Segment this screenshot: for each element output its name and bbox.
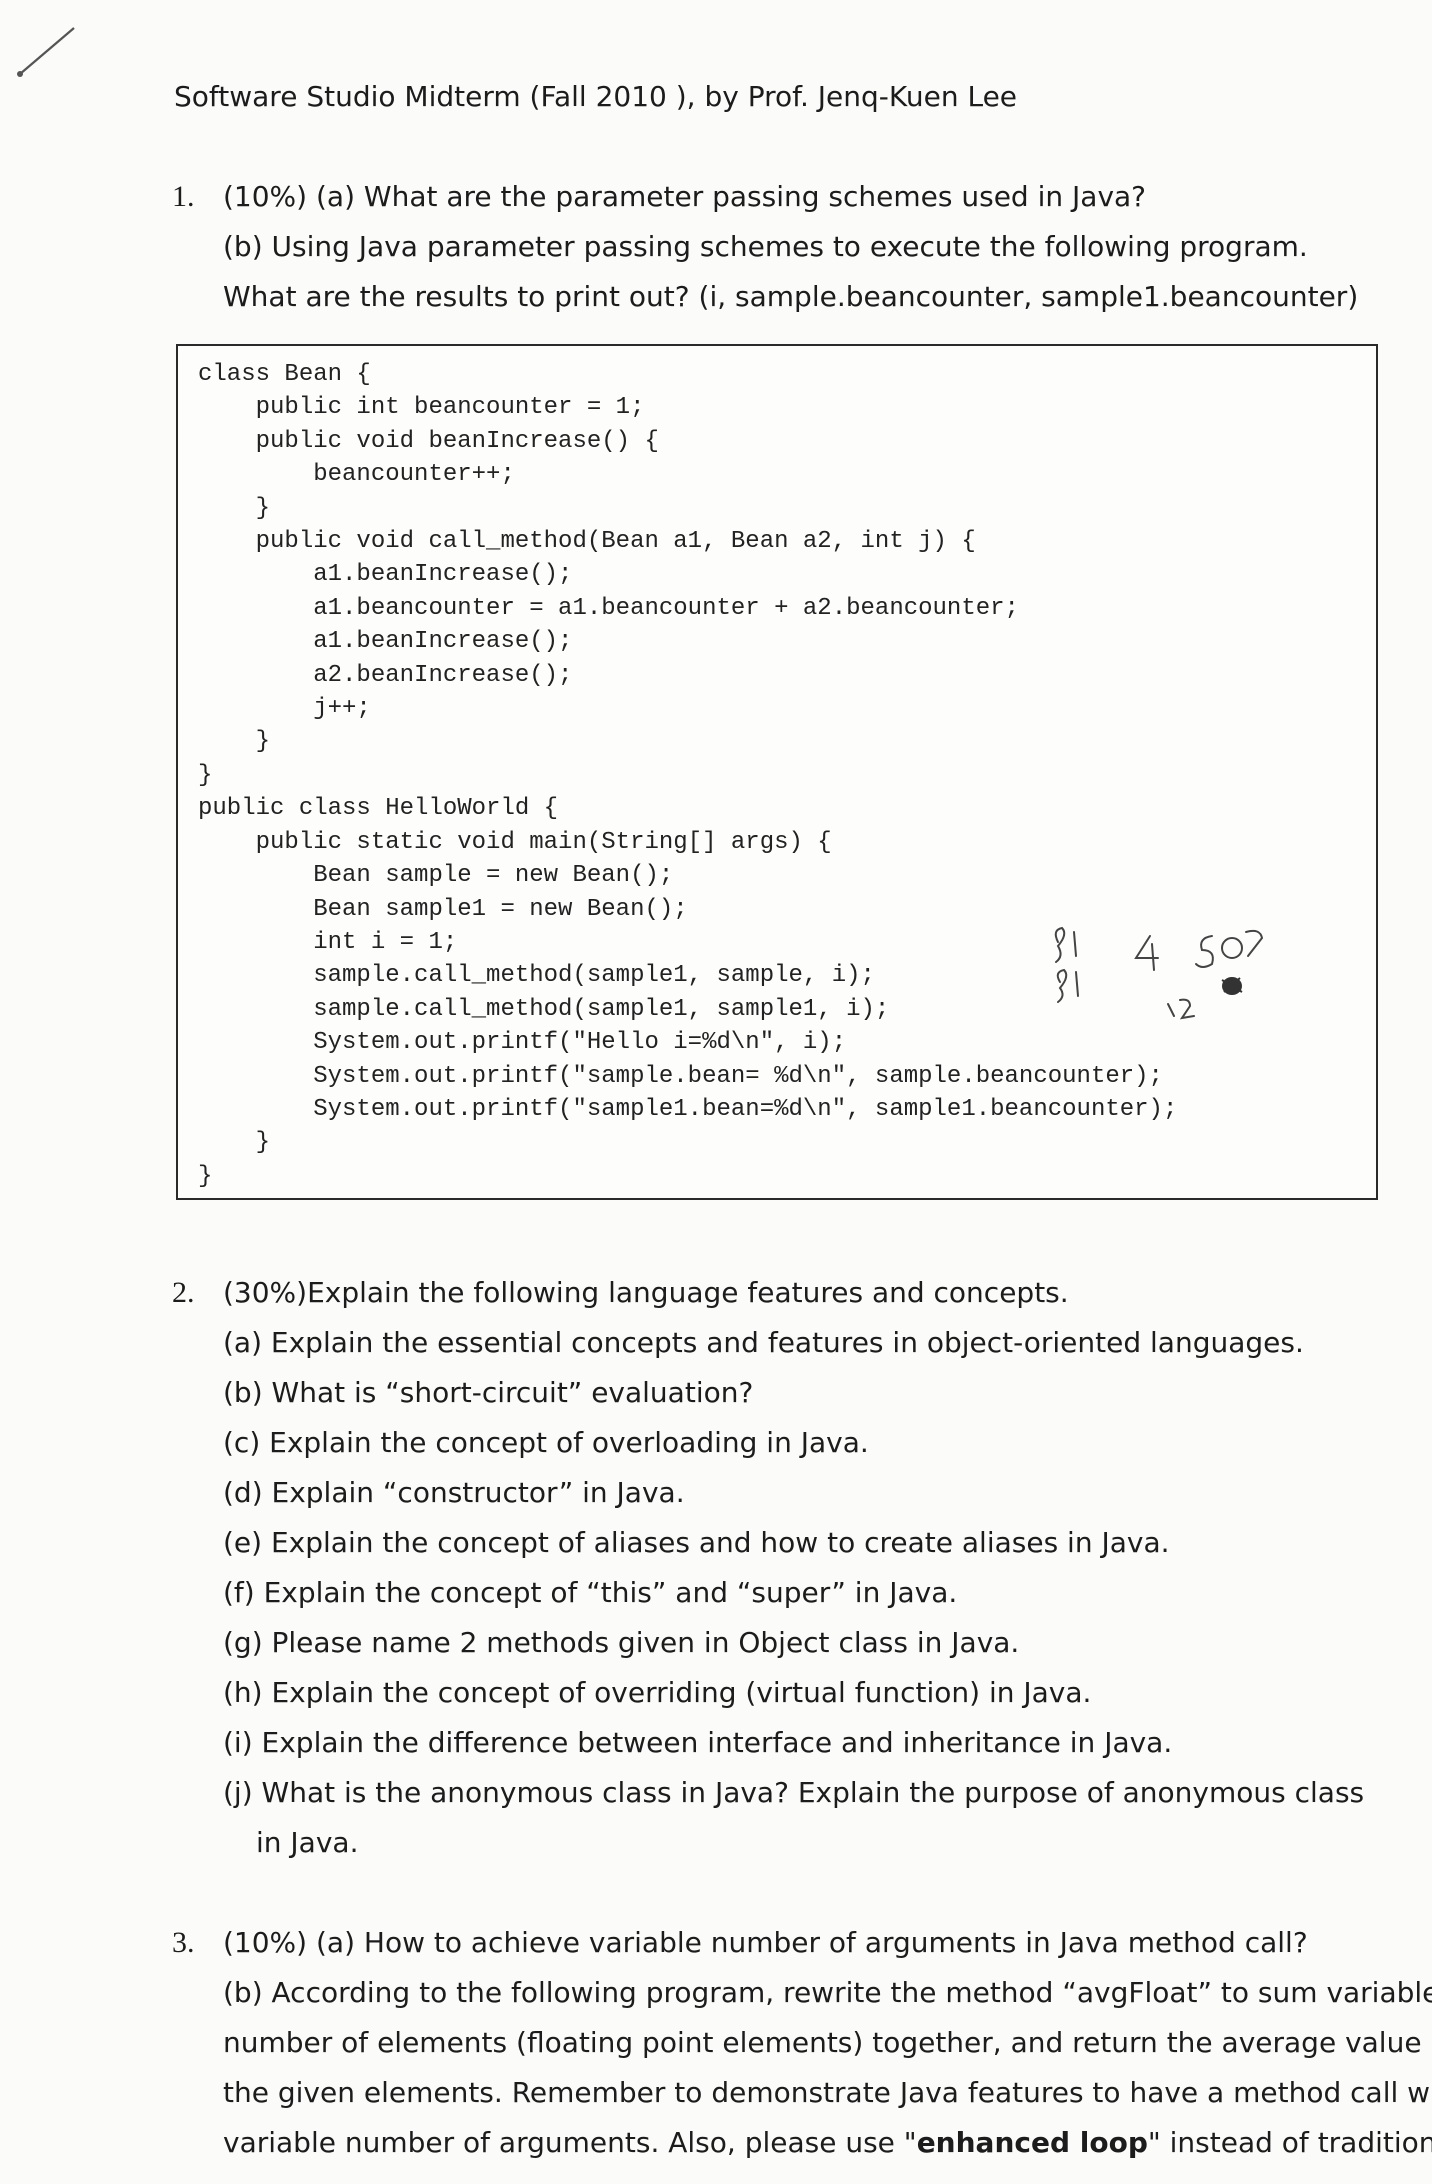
question-2-item-j: (j) What is the anonymous class in Java?…: [223, 1776, 1365, 1809]
question-2-item-e: (e) Explain the concept of aliases and h…: [223, 1526, 1170, 1559]
question-3-part-b-line3: the given elements. Remember to demonstr…: [223, 2076, 1432, 2109]
question-2-item-j-cont: in Java.: [256, 1826, 359, 1859]
question-2-number: 2.: [172, 1276, 195, 1309]
code-box-1: class Bean { public int beancounter = 1;…: [176, 344, 1378, 1200]
question-1-part-b: (b) Using Java parameter passing schemes…: [223, 230, 1308, 263]
question-2-item-c: (c) Explain the concept of overloading i…: [223, 1426, 869, 1459]
question-2-item-g: (g) Please name 2 methods given in Objec…: [223, 1626, 1020, 1659]
question-1-part-b-cont: What are the results to print out? (i, s…: [223, 280, 1359, 313]
question-3-part-a: (10%) (a) How to achieve variable number…: [223, 1926, 1308, 1959]
enhanced-loop-bold: enhanced loop: [916, 2126, 1148, 2159]
exam-header: Software Studio Midterm (Fall 2010 ), by…: [174, 80, 1018, 113]
question-3-part-b: (b) According to the following program, …: [223, 1976, 1432, 2009]
question-1-part-a: (10%) (a) What are the parameter passing…: [223, 180, 1147, 213]
handwritten-scribbles: [1054, 926, 1264, 1020]
question-2-item-d: (d) Explain “constructor” in Java.: [223, 1476, 685, 1509]
code-listing-1: class Bean { public int beancounter = 1;…: [198, 361, 1178, 1190]
question-2-title: (30%)Explain the following language feat…: [223, 1276, 1069, 1309]
question-2-item-h: (h) Explain the concept of overriding (v…: [223, 1676, 1092, 1709]
question-2-item-b: (b) What is “short-circuit” evaluation?: [223, 1376, 754, 1409]
question-3-part-b-line4: variable number of arguments. Also, plea…: [223, 2126, 1432, 2159]
question-3-number: 3.: [172, 1926, 195, 1959]
question-3-part-b-line2: number of elements (floating point eleme…: [223, 2026, 1432, 2059]
pen-stroke-mark: [17, 27, 75, 77]
question-2-item-f: (f) Explain the concept of “this” and “s…: [223, 1576, 958, 1609]
question-2-item-a: (a) Explain the essential concepts and f…: [223, 1326, 1304, 1359]
question-1-number: 1.: [172, 180, 195, 213]
question-2-item-i: (i) Explain the difference between inter…: [223, 1726, 1173, 1759]
